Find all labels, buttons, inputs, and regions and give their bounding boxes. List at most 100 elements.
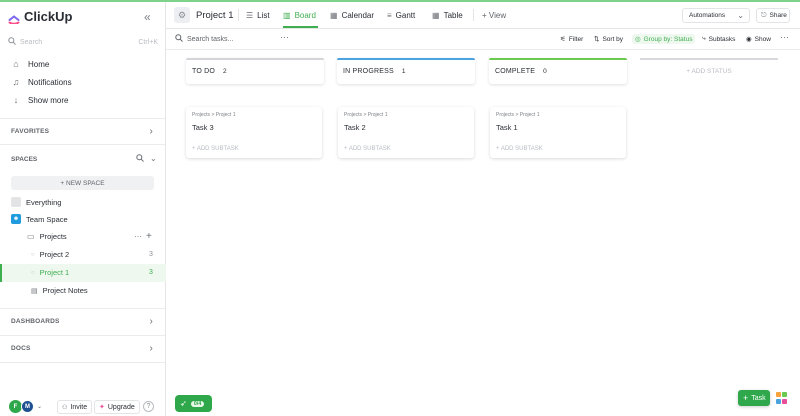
column-header-todo[interactable]: TO DO 2 xyxy=(186,58,324,84)
sparkle-icon: ✦ xyxy=(99,404,105,411)
add-status-button[interactable]: + ADD STATUS xyxy=(640,58,778,84)
sidebar-item-show-more[interactable]: ↓ Show more xyxy=(11,95,69,105)
main-area: ⚙ Project 1 ☰ List ▥ Board ▦ Calendar ≡ … xyxy=(166,2,800,416)
sidebar-item-label: Project 2 xyxy=(39,250,70,259)
tab-table[interactable]: ▦ Table xyxy=(432,11,463,20)
card-breadcrumb[interactable]: Projects > Project 1 xyxy=(344,112,388,118)
tab-board[interactable]: ▥ Board xyxy=(283,11,316,20)
column-header-complete[interactable]: COMPLETE 0 xyxy=(489,58,627,84)
favorites-label: FAVORITES xyxy=(11,128,50,135)
invite-button[interactable]: ⚇ Invite xyxy=(57,400,93,414)
more-icon[interactable]: ··· xyxy=(780,32,789,42)
sidebar-item-label: Everything xyxy=(26,197,62,207)
card-breadcrumb[interactable]: Projects > Project 1 xyxy=(496,112,540,118)
sidebar-item-project-1[interactable]: ○ Project 1 3 xyxy=(31,268,157,277)
tab-label: List xyxy=(257,11,270,20)
automations-button[interactable]: Automations ⌄ xyxy=(682,8,750,23)
tab-calendar[interactable]: ▦ Calendar xyxy=(330,11,374,20)
task-card[interactable]: Projects > Project 1 Task 3 + ADD SUBTAS… xyxy=(186,107,322,158)
column-header-in-progress[interactable]: IN PROGRESS 1 xyxy=(337,58,475,84)
card-title[interactable]: Task 3 xyxy=(192,123,214,132)
onboarding-progress-button[interactable]: ➶ 0/4 xyxy=(175,395,212,412)
folder-icon: ▭ xyxy=(27,232,35,241)
table-icon: ▦ xyxy=(432,11,440,20)
sidebar-item-label: Show more xyxy=(28,95,69,105)
upgrade-button[interactable]: ✦ Upgrade xyxy=(94,400,140,414)
subtasks-icon: ⤷ xyxy=(702,35,706,42)
sort-icon: ⇅ xyxy=(594,36,600,43)
doc-icon: ▤ xyxy=(31,287,38,295)
tab-gantt[interactable]: ≡ Gantt xyxy=(387,11,415,20)
favorites-section[interactable]: FAVORITES › xyxy=(0,118,165,144)
card-breadcrumb[interactable]: Projects > Project 1 xyxy=(192,112,236,118)
more-icon[interactable]: ··· xyxy=(134,232,142,241)
column-count: 2 xyxy=(223,67,227,75)
plus-icon[interactable]: + xyxy=(146,231,152,242)
task-card[interactable]: Projects > Project 1 Task 1 + ADD SUBTAS… xyxy=(490,107,626,158)
rocket-icon: ➶ xyxy=(180,399,187,408)
sidebar-item-projects-folder[interactable]: ▭ Projects ··· + xyxy=(27,231,157,242)
sidebar-footer: F M ⌄ ⚇ Invite ✦ Upgrade ? xyxy=(0,398,166,416)
more-icon[interactable]: ··· xyxy=(280,32,289,42)
add-subtask-button[interactable]: + ADD SUBTASK xyxy=(496,146,543,152)
add-subtask-button[interactable]: + ADD SUBTASK xyxy=(192,146,239,152)
chevron-down-icon[interactable]: ⌄ xyxy=(150,154,157,164)
chevron-right-icon: › xyxy=(149,316,153,327)
task-search-input[interactable]: Search tasks... xyxy=(175,34,233,44)
collapse-sidebar-icon[interactable]: « xyxy=(144,10,151,24)
gantt-icon: ≡ xyxy=(387,11,392,20)
dashboards-label: DASHBOARDS xyxy=(11,318,60,325)
column-count: 0 xyxy=(543,67,547,75)
clickup-logo-icon xyxy=(8,11,20,25)
sidebar-item-everything[interactable]: Everything xyxy=(11,197,61,207)
search-icon[interactable] xyxy=(136,154,144,164)
sidebar-item-notifications[interactable]: ♫ Notifications xyxy=(11,77,72,87)
group-by-button[interactable]: ◎ Group by: Status xyxy=(632,34,696,44)
sidebar-search-input[interactable]: Search Ctrl+K xyxy=(8,35,158,49)
sidebar-item-project-2[interactable]: ○ Project 2 3 xyxy=(31,250,157,259)
grid-square xyxy=(776,398,781,404)
add-view-button[interactable]: + View xyxy=(482,11,506,20)
sidebar: ClickUp « Search Ctrl+K ⌂ Home ♫ Notific… xyxy=(0,2,166,416)
help-icon[interactable]: ? xyxy=(143,401,154,412)
divider xyxy=(0,362,165,363)
chevron-down-icon[interactable]: ⌄ xyxy=(37,403,42,410)
subtasks-button[interactable]: ⤷ Subtasks xyxy=(702,35,735,43)
new-space-button[interactable]: + NEW SPACE xyxy=(11,176,154,190)
arrow-down-icon: ↓ xyxy=(13,95,19,105)
chevron-down-icon: ⌄ xyxy=(737,11,744,20)
project-settings-icon[interactable]: ⚙ xyxy=(174,7,190,23)
dashboards-section[interactable]: DASHBOARDS › xyxy=(0,308,165,334)
filter-icon: ⚟ xyxy=(560,36,566,43)
avatar[interactable]: M xyxy=(21,400,34,413)
board-icon: ▥ xyxy=(283,11,291,20)
card-title[interactable]: Task 1 xyxy=(496,123,518,132)
search-icon xyxy=(175,34,183,44)
task-search-placeholder: Search tasks... xyxy=(187,35,234,43)
chevron-right-icon: › xyxy=(149,343,153,354)
clickup-logo[interactable]: ClickUp xyxy=(8,9,72,25)
sidebar-item-project-notes[interactable]: ▤ Project Notes xyxy=(31,286,88,295)
sort-button[interactable]: ⇅ Sort by xyxy=(594,35,623,44)
apps-grid-icon[interactable] xyxy=(776,392,788,404)
tab-label: Gantt xyxy=(395,11,416,20)
list-count: 3 xyxy=(149,269,153,276)
sidebar-item-team-space[interactable]: ☻ Team Space xyxy=(11,214,68,224)
show-button[interactable]: ◉ Show xyxy=(746,35,771,44)
sidebar-item-label: Project 1 xyxy=(39,268,70,277)
tab-list[interactable]: ☰ List xyxy=(246,11,270,20)
sidebar-item-home[interactable]: ⌂ Home xyxy=(11,59,49,69)
list-dot-icon: ○ xyxy=(31,251,35,258)
docs-section[interactable]: DOCS › xyxy=(0,335,165,361)
task-card[interactable]: Projects > Project 1 Task 2 + ADD SUBTAS… xyxy=(338,107,474,158)
status-color-bar xyxy=(337,58,475,60)
add-task-button[interactable]: + Task xyxy=(738,390,770,406)
add-subtask-button[interactable]: + ADD SUBTASK xyxy=(344,146,391,152)
page-title[interactable]: Project 1 xyxy=(196,10,234,21)
divider xyxy=(0,144,165,145)
filter-button[interactable]: ⚟ Filter xyxy=(560,35,583,44)
share-button[interactable]: ⎋ Share xyxy=(756,8,790,23)
card-title[interactable]: Task 2 xyxy=(344,123,366,132)
header-bar: ⚙ Project 1 ☰ List ▥ Board ▦ Calendar ≡ … xyxy=(166,2,800,29)
sidebar-item-label: Project Notes xyxy=(42,286,88,295)
